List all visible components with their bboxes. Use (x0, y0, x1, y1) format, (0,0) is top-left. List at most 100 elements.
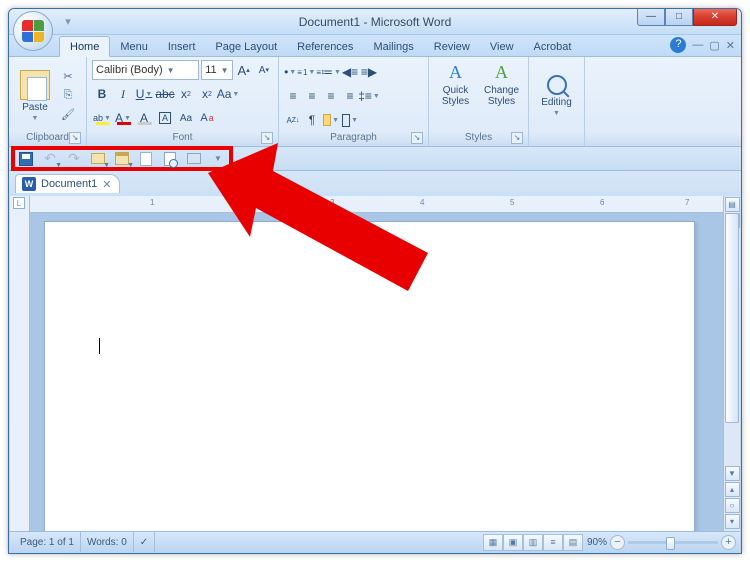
borders-button[interactable]: ▼ (341, 110, 359, 130)
web-layout-view[interactable]: ▥ (523, 534, 543, 551)
qat-dropdown-icon[interactable]: ▾ (59, 13, 77, 31)
sort-button[interactable] (284, 110, 302, 130)
font-size-combo[interactable]: 11▼ (201, 60, 232, 80)
zoom-in-button[interactable]: + (721, 535, 736, 550)
maximize-button[interactable]: □ (665, 8, 693, 26)
page-status[interactable]: Page: 1 of 1 (14, 532, 81, 552)
qat-permission-button[interactable]: ▼ (111, 149, 133, 169)
minimize-button[interactable]: — (637, 8, 665, 26)
numbering-button[interactable]: ▼ (303, 62, 321, 82)
styles-group-label: Styles↘ (434, 131, 523, 144)
qat-undo-button[interactable]: ▼ (39, 149, 61, 169)
superscript-button[interactable]: x2 (197, 84, 217, 104)
change-styles-button[interactable]: A Change Styles (480, 60, 523, 131)
decrease-indent-button[interactable]: ◀≡ (341, 62, 359, 82)
tab-home[interactable]: Home (59, 36, 110, 57)
strikethrough-button[interactable]: abc (155, 84, 175, 104)
vertical-ruler[interactable]: L (10, 196, 30, 531)
close-button[interactable]: ✕ (693, 8, 737, 26)
vertical-scrollbar[interactable]: ▤ ▲ ▼ ▴ ○ ▾ (723, 196, 740, 531)
tab-acrobat[interactable]: Acrobat (524, 37, 582, 56)
minimize-ribbon-button[interactable]: — (692, 39, 703, 51)
phonetic-guide-button[interactable]: Aa (176, 108, 196, 128)
scroll-thumb[interactable] (725, 213, 739, 423)
qat-new-button[interactable] (135, 149, 157, 169)
draft-view[interactable]: ▤ (563, 534, 583, 551)
editing-button[interactable]: Editing ▼ (534, 60, 579, 131)
quick-styles-button[interactable]: A Quick Styles (434, 60, 477, 131)
tab-view[interactable]: View (480, 37, 524, 56)
new-doc-icon (140, 152, 152, 166)
document-tab[interactable]: W Document1 ✕ (15, 174, 120, 193)
copy-button[interactable]: ⎘ (59, 88, 77, 104)
increase-indent-button[interactable]: ≡▶ (360, 62, 378, 82)
tab-selector[interactable]: L (13, 197, 25, 209)
help-button[interactable]: ? (670, 37, 686, 53)
tab-menu[interactable]: Menu (110, 37, 158, 56)
office-button[interactable] (13, 11, 53, 51)
shading-button[interactable]: ▼ (322, 110, 340, 130)
underline-button[interactable]: U▼ (134, 84, 154, 104)
word-count-status[interactable]: Words: 0 (81, 532, 134, 552)
bold-button[interactable]: B (92, 84, 112, 104)
bullets-button[interactable]: ▼ (284, 62, 302, 82)
clipboard-group-label: Clipboard↘ (14, 131, 81, 144)
char-border-button[interactable]: A (155, 108, 175, 128)
format-painter-button[interactable]: 🖌 (59, 107, 77, 123)
cut-button[interactable]: ✂ (59, 69, 77, 85)
zoom-out-button[interactable]: − (610, 535, 625, 550)
char-shading-button[interactable]: A (134, 108, 154, 128)
close-child-button[interactable]: ✕ (726, 39, 735, 52)
zoom-level[interactable]: 90% (587, 537, 607, 548)
shrink-font-button[interactable]: A▾ (255, 60, 273, 80)
align-left-button[interactable]: ≡ (284, 86, 302, 106)
paste-label: Paste (22, 102, 48, 113)
tab-page-layout[interactable]: Page Layout (205, 37, 287, 56)
titlebar: ▾ Document1 - Microsoft Word — □ ✕ (9, 9, 741, 35)
word-doc-icon: W (22, 177, 36, 191)
next-page-button[interactable]: ▾ (725, 514, 740, 529)
align-center-button[interactable]: ≡ (303, 86, 321, 106)
paste-button[interactable]: Paste ▼ (14, 60, 56, 131)
ruler-toggle-button[interactable]: ▤ (725, 197, 740, 212)
ribbon: Paste ▼ ✂ ⎘ 🖌 Clipboard↘ Calibri (Body)▼… (9, 57, 741, 147)
proofing-status[interactable]: ✓ (134, 532, 155, 552)
quick-styles-label: Quick Styles (436, 85, 475, 107)
ruler-mark: 5 (510, 198, 514, 207)
qat-redo-button[interactable] (63, 149, 85, 169)
show-hide-button[interactable] (303, 110, 321, 130)
change-case-button[interactable]: Aa▼ (218, 84, 238, 104)
full-screen-view[interactable]: ▣ (503, 534, 523, 551)
grow-font-button[interactable]: A▴ (235, 60, 253, 80)
clipboard-dialog-launcher[interactable]: ↘ (69, 132, 81, 144)
zoom-slider[interactable] (628, 541, 718, 544)
align-right-button[interactable]: ≡ (322, 86, 340, 106)
highlight-button[interactable]: ab▼ (92, 108, 112, 128)
font-color-button[interactable]: A▼ (113, 108, 133, 128)
styles-dialog-launcher[interactable]: ↘ (511, 132, 523, 144)
browse-object-button[interactable]: ○ (725, 498, 740, 513)
change-styles-label: Change Styles (482, 85, 521, 107)
scroll-down-button[interactable]: ▼ (725, 466, 740, 481)
prev-page-button[interactable]: ▴ (725, 482, 740, 497)
font-name-combo[interactable]: Calibri (Body)▼ (92, 60, 199, 80)
outline-view[interactable]: ≡ (543, 534, 563, 551)
qat-print-preview-button[interactable] (159, 149, 181, 169)
qat-open-button[interactable]: ▼ (87, 149, 109, 169)
qat-quick-print-button[interactable] (183, 149, 205, 169)
print-layout-view[interactable]: ▦ (483, 534, 503, 551)
clear-formatting-button[interactable] (197, 108, 217, 128)
tab-references[interactable]: References (287, 37, 363, 56)
line-spacing-button[interactable]: ‡≡▼ (360, 86, 378, 106)
tab-mailings[interactable]: Mailings (363, 37, 423, 56)
restore-child-button[interactable]: ▢ (709, 39, 719, 52)
multilevel-list-button[interactable]: ≔▼ (322, 62, 340, 82)
qat-save-button[interactable] (15, 149, 37, 169)
subscript-button[interactable]: x2 (176, 84, 196, 104)
tab-review[interactable]: Review (424, 37, 480, 56)
justify-button[interactable]: ≡ (341, 86, 359, 106)
document-tab-close[interactable]: ✕ (102, 178, 111, 191)
tab-insert[interactable]: Insert (158, 37, 206, 56)
italic-button[interactable]: I (113, 84, 133, 104)
ribbon-tabs: Home Menu Insert Page Layout References … (9, 35, 741, 57)
